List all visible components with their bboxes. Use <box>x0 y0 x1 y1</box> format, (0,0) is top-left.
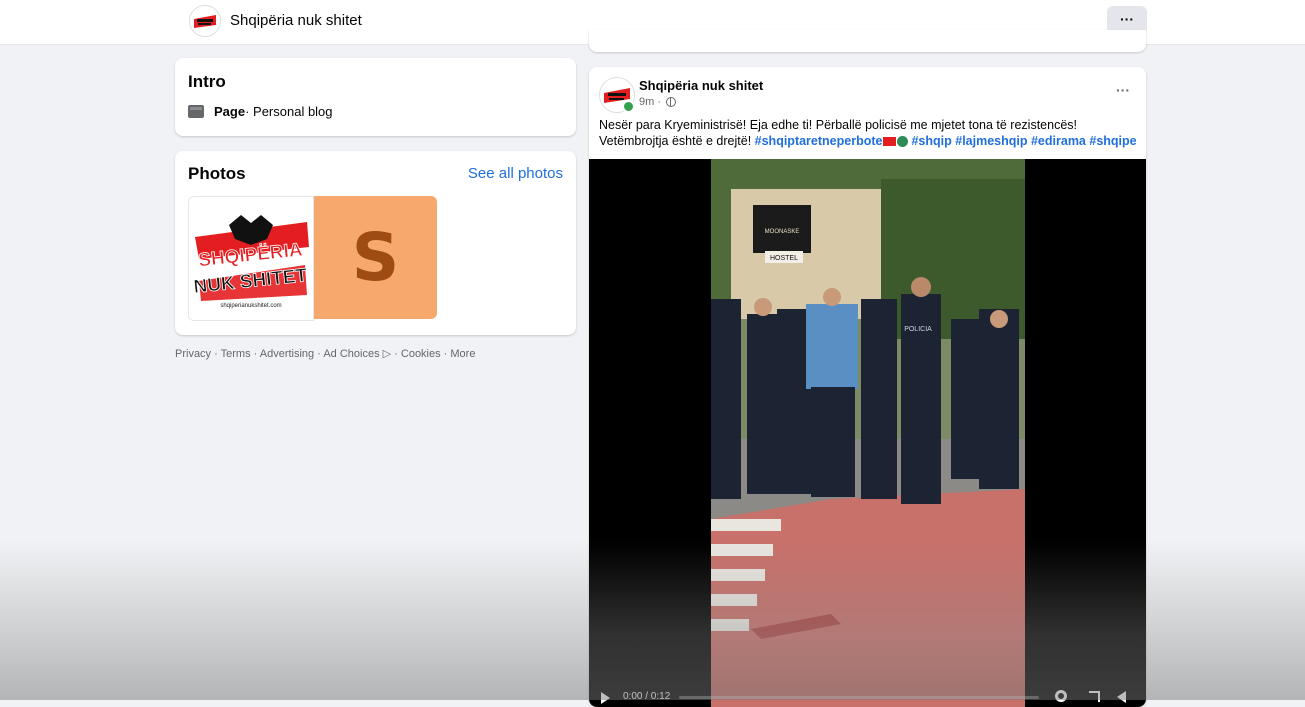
play-icon[interactable] <box>601 692 610 704</box>
post-author-name[interactable]: Shqipëria nuk shitet <box>639 78 763 93</box>
page-avatar[interactable] <box>189 5 221 37</box>
page-logo-icon <box>190 6 220 36</box>
video-jacket-text: POLICIA <box>904 326 932 333</box>
page-name[interactable]: Shqipëria nuk shitet <box>230 12 362 29</box>
post-card: Shqipëria nuk shitet 9m · ··· Nesër para… <box>589 67 1146 707</box>
video-progress-bar[interactable] <box>679 696 1039 699</box>
video-sign-top: MOONASKE <box>765 229 800 235</box>
post-options-button[interactable]: ··· <box>1116 82 1130 98</box>
intro-type-label: Page <box>214 104 246 119</box>
intro-category: · Personal blog <box>245 104 333 119</box>
photo-thumbnail-logo[interactable]: SHQIPËRIA NUK SHITET shqiperianukshitet.… <box>188 196 314 321</box>
letter-s-graphic: S <box>351 219 400 296</box>
photo-thumbnail-letter[interactable]: S <box>314 196 437 319</box>
globe-icon <box>666 97 676 107</box>
hashtag-link[interactable]: #shqiptaretneperbote <box>755 134 883 148</box>
post-video-player[interactable]: MOONASKE HOSTEL POLICIA 0:00 / 0:12 <box>589 159 1146 707</box>
video-time: 0:00 / 0:12 <box>623 691 671 702</box>
shqiperia-logo-image: SHQIPËRIA NUK SHITET shqiperianukshitet.… <box>189 197 313 320</box>
post-time-text: 9m · <box>639 96 661 108</box>
hashtag-link[interactable]: #edirama <box>1031 134 1086 148</box>
settings-icon[interactable] <box>1055 690 1067 702</box>
see-all-photos-link[interactable]: See all photos <box>468 165 563 182</box>
hashtag-link[interactable]: #shqipe <box>1089 134 1136 148</box>
video-frame: MOONASKE HOSTEL POLICIA <box>711 159 1025 707</box>
intro-card: Intro Page · Personal blog <box>175 58 576 136</box>
hashtag-link[interactable]: #shqip <box>911 134 951 148</box>
online-status-indicator <box>622 100 635 113</box>
page-type-icon <box>188 105 204 118</box>
post-timestamp[interactable]: 9m · <box>639 96 676 108</box>
post-text: Nesër para Kryeministrisë! Eja edhe ti! … <box>599 117 1139 149</box>
video-controls: 0:00 / 0:12 <box>589 687 1146 707</box>
svg-text:shqiperianukshitet.com: shqiperianukshitet.com <box>220 303 281 309</box>
photos-card: Photos See all photos SHQIPËRIA NUK SHIT… <box>175 151 576 335</box>
previous-post-card <box>589 30 1146 52</box>
fullscreen-icon[interactable] <box>1089 691 1100 702</box>
intro-page-category: Page · Personal blog <box>188 104 333 119</box>
photos-title: Photos <box>188 164 246 183</box>
video-sign-bottom: HOSTEL <box>770 255 798 262</box>
intro-title: Intro <box>188 72 226 91</box>
video-scene-image: MOONASKE HOSTEL POLICIA <box>711 159 1025 707</box>
hashtag-link[interactable]: #lajmeshqip <box>955 134 1027 148</box>
globe-emoji <box>897 136 909 148</box>
albania-flag-emoji <box>883 137 897 147</box>
footer-links[interactable]: Privacy · Terms · Advertising · Ad Choic… <box>175 347 475 360</box>
volume-icon[interactable] <box>1117 691 1126 703</box>
